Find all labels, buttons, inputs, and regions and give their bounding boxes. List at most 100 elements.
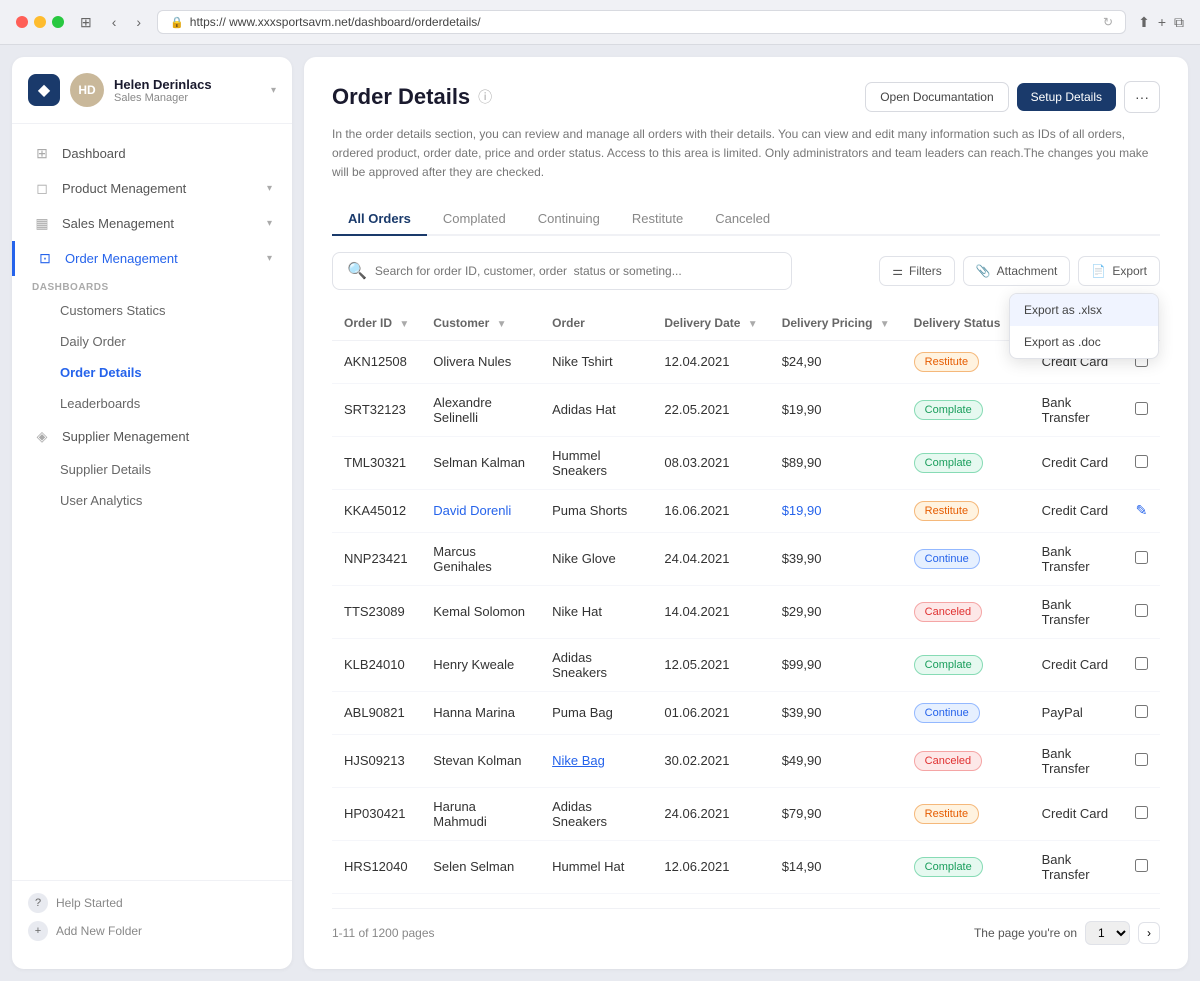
tabs-icon[interactable]: ⧉ <box>1174 14 1184 31</box>
row-checkbox[interactable] <box>1135 806 1148 819</box>
status-badge: Restitute <box>914 804 979 824</box>
order-id: KKA45012 <box>344 503 406 518</box>
delivery-price: $24,90 <box>782 354 822 369</box>
table-row: KLB24010 Henry Kweale Adidas Sneakers 12… <box>332 638 1160 691</box>
sidebar-header: ◆ HD Helen Derinlacs Sales Manager ▾ <box>12 73 292 124</box>
action-cell <box>1123 585 1160 638</box>
user-menu-chevron-icon[interactable]: ▾ <box>271 85 276 96</box>
sidebar-item-order-details[interactable]: Order Details <box>12 357 292 388</box>
sidebar-item-supplier-details[interactable]: Supplier Details <box>12 454 292 485</box>
tab-completed[interactable]: Complated <box>427 203 522 236</box>
payment-method: PayPal <box>1042 705 1083 720</box>
tab-continuing[interactable]: Continuing <box>522 203 616 236</box>
order-cell: Nike Hat <box>540 585 652 638</box>
customer-cell: Kemal Solomon <box>421 585 540 638</box>
sidebar-item-order-management[interactable]: ⊡ Order Menagement ▾ <box>12 241 292 276</box>
export-button[interactable]: 📄 Export Export as .xlsx Export as .doc <box>1078 256 1160 286</box>
order-cell: Adidas Sneakers <box>540 638 652 691</box>
sidebar-item-supplier-management[interactable]: ◈ Supplier Menagement <box>12 419 292 454</box>
customer-cell: David Dorenli <box>421 489 540 532</box>
tab-restitute[interactable]: Restitute <box>616 203 699 236</box>
order-id: TTS23089 <box>344 604 405 619</box>
payment-cell: Credit Card <box>1030 489 1123 532</box>
delivery-date: 16.06.2021 <box>664 503 729 518</box>
setup-details-button[interactable]: Setup Details <box>1017 83 1116 111</box>
date-cell: 12.05.2021 <box>652 638 769 691</box>
fullscreen-traffic-light[interactable] <box>52 16 64 28</box>
close-traffic-light[interactable] <box>16 16 28 28</box>
customer-name: Alexandre Selinelli <box>433 395 492 425</box>
sidebar-toggle-button[interactable]: ⊞ <box>76 12 96 33</box>
minimize-traffic-light[interactable] <box>34 16 46 28</box>
delivery-price: $89,90 <box>782 455 822 470</box>
tab-canceled[interactable]: Canceled <box>699 203 786 236</box>
search-input[interactable] <box>375 264 777 278</box>
row-checkbox[interactable] <box>1135 604 1148 617</box>
open-documentation-button[interactable]: Open Documantation <box>865 82 1008 112</box>
table-row: NNP23421 Marcus Genihales Nike Glove 24.… <box>332 532 1160 585</box>
sidebar-item-customers-statics[interactable]: Customers Statics <box>12 295 292 326</box>
toolbar: 🔍 ⚌ Filters 📎 Attachment 📄 Export E <box>332 252 1160 290</box>
attachment-button[interactable]: 📎 Attachment <box>963 256 1071 286</box>
col-delivery-pricing[interactable]: Delivery Pricing ▼ <box>770 306 902 341</box>
row-checkbox[interactable] <box>1135 859 1148 872</box>
address-bar[interactable]: 🔒 https:// www.xxxsportsavm.net/dashboar… <box>157 10 1126 34</box>
more-options-button[interactable]: ··· <box>1124 81 1160 113</box>
edit-icon[interactable]: ✎ <box>1136 502 1148 518</box>
next-page-button[interactable]: › <box>1138 922 1160 944</box>
sidebar-item-leaderboards[interactable]: Leaderboards <box>12 388 292 419</box>
customer-name[interactable]: David Dorenli <box>433 503 511 518</box>
table-row: HP030421 Haruna Mahmudi Adidas Sneakers … <box>332 787 1160 840</box>
row-checkbox[interactable] <box>1135 402 1148 415</box>
sidebar-item-product-management[interactable]: ◻ Product Menagement ▾ <box>12 171 292 206</box>
orders-table-container: Order ID ▼ Customer ▼ Order Delivery Dat… <box>332 306 1160 894</box>
refresh-icon[interactable]: ↻ <box>1103 15 1113 29</box>
payment-cell: Bank Transfer <box>1030 383 1123 436</box>
order-product[interactable]: Nike Bag <box>552 753 605 768</box>
action-cell <box>1123 638 1160 691</box>
col-order-id[interactable]: Order ID ▼ <box>332 306 421 341</box>
row-checkbox[interactable] <box>1135 551 1148 564</box>
status-badge: Complate <box>914 857 983 877</box>
table-row: ABL90821 Hanna Marina Puma Bag 01.06.202… <box>332 691 1160 734</box>
chevron-down-icon: ▾ <box>267 253 272 264</box>
user-name: Helen Derinlacs <box>114 77 261 92</box>
page-select[interactable]: 1 <box>1085 921 1130 945</box>
date-cell: 01.06.2021 <box>652 691 769 734</box>
row-checkbox[interactable] <box>1135 705 1148 718</box>
order-cell: Nike Glove <box>540 532 652 585</box>
back-button[interactable]: ‹ <box>108 12 121 32</box>
forward-button[interactable]: › <box>132 12 145 32</box>
row-checkbox[interactable] <box>1135 455 1148 468</box>
chevron-down-icon: ▾ <box>267 183 272 194</box>
sidebar-item-user-analytics[interactable]: User Analytics <box>12 485 292 516</box>
col-customer[interactable]: Customer ▼ <box>421 306 540 341</box>
order-product: Hummel Hat <box>552 859 624 874</box>
price-cell: $24,90 <box>770 340 902 383</box>
status-cell: Restitute <box>902 787 1030 840</box>
new-tab-icon[interactable]: + <box>1158 14 1166 31</box>
page-header: Order Details ⓘ Open Documantation Setup… <box>332 81 1160 113</box>
sidebar-item-daily-order[interactable]: Daily Order <box>12 326 292 357</box>
sidebar-item-dashboard[interactable]: ⊞ Dashboard <box>12 136 292 171</box>
export-xlsx-option[interactable]: Export as .xlsx <box>1010 294 1158 326</box>
price-cell: $19,90 <box>770 383 902 436</box>
help-started-item[interactable]: ? Help Started <box>28 893 276 913</box>
customer-name: Selen Selman <box>433 859 514 874</box>
share-icon[interactable]: ⬆ <box>1138 14 1150 31</box>
customer-name: Hanna Marina <box>433 705 515 720</box>
date-cell: 12.04.2021 <box>652 340 769 383</box>
export-doc-option[interactable]: Export as .doc <box>1010 326 1158 358</box>
col-delivery-date[interactable]: Delivery Date ▼ <box>652 306 769 341</box>
add-new-folder-item[interactable]: + Add New Folder <box>28 921 276 941</box>
row-checkbox[interactable] <box>1135 753 1148 766</box>
action-cell <box>1123 532 1160 585</box>
tab-all-orders[interactable]: All Orders <box>332 203 427 236</box>
row-checkbox[interactable] <box>1135 657 1148 670</box>
customer-name: Stevan Kolman <box>433 753 521 768</box>
sidebar-item-sales-management[interactable]: ▦ Sales Menagement ▾ <box>12 206 292 241</box>
price-cell: $49,90 <box>770 734 902 787</box>
filters-button[interactable]: ⚌ Filters <box>879 256 954 286</box>
info-icon[interactable]: ⓘ <box>478 87 492 107</box>
table-row: TTS23089 Kemal Solomon Nike Hat 14.04.20… <box>332 585 1160 638</box>
